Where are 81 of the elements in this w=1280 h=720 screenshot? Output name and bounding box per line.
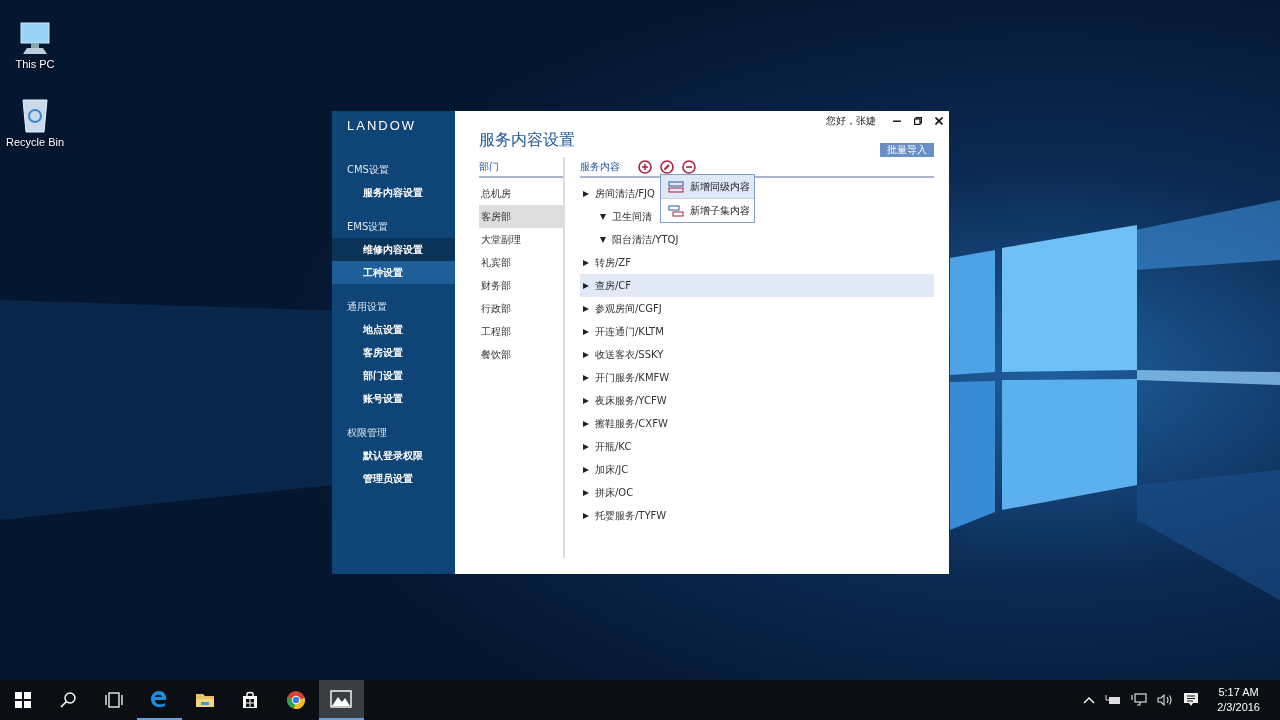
folder-icon <box>194 691 215 709</box>
tree-item[interactable]: 参观房间/CGFJ <box>580 297 664 320</box>
expander-icon[interactable] <box>583 443 589 450</box>
edit-icon[interactable] <box>660 159 674 174</box>
add-icon[interactable] <box>638 159 652 174</box>
expander-icon[interactable] <box>583 328 589 335</box>
department-item[interactable]: 餐饮部 <box>479 343 563 366</box>
battery-icon[interactable] <box>1105 694 1122 706</box>
tree-item[interactable]: 加床/JC <box>580 458 631 481</box>
tree-item[interactable]: 房间清洁/FJQ <box>580 182 657 205</box>
tree-item[interactable]: 收送客衣/SSKY <box>580 343 666 366</box>
expander-icon[interactable] <box>583 282 589 289</box>
expander-icon[interactable] <box>583 512 589 519</box>
tree-item[interactable]: 查房/CF <box>580 274 934 297</box>
windows-logo-icon <box>13 691 32 709</box>
browser-icon <box>285 690 306 710</box>
photos-button[interactable] <box>318 680 364 720</box>
tree-item[interactable]: 托婴服务/TYFW <box>580 504 669 527</box>
expander-icon[interactable] <box>583 351 589 358</box>
sidebar-group-title: EMS设置 <box>346 220 390 234</box>
department-item[interactable]: 工程部 <box>479 320 563 343</box>
expander-icon[interactable] <box>600 213 606 220</box>
department-item[interactable]: 客房部 <box>479 205 563 228</box>
sidebar-group-title: 权限管理 <box>346 426 388 440</box>
sidebar-item[interactable]: 默认登录权限 <box>332 444 455 467</box>
column-header: 部门 <box>479 159 499 174</box>
expander-icon[interactable] <box>583 259 589 266</box>
tree-item[interactable]: 阳台清洁/YTQJ <box>580 228 681 251</box>
tree-item[interactable]: 擦鞋服务/CXFW <box>580 412 670 435</box>
tree-item[interactable]: 转房/ZF <box>580 251 633 274</box>
department-item[interactable]: 总机房 <box>479 182 563 205</box>
volume-icon[interactable] <box>1157 693 1174 707</box>
tree-item[interactable]: 卫生间清 <box>580 205 654 228</box>
expander-icon[interactable] <box>600 236 606 243</box>
expander-icon[interactable] <box>583 374 589 381</box>
logo: LANDOW <box>346 117 418 135</box>
tree-item[interactable]: 拼床/OC <box>580 481 636 504</box>
sibling-node-icon <box>668 180 684 193</box>
tree-item[interactable]: 开瓶/KC <box>580 435 634 458</box>
sidebar-item[interactable]: 部门设置 <box>332 364 455 387</box>
chevron-up-icon[interactable] <box>1083 696 1096 704</box>
task-view-icon <box>103 691 124 709</box>
department-item[interactable]: 财务部 <box>479 274 563 297</box>
department-item[interactable]: 大堂副理 <box>479 228 563 251</box>
expander-icon[interactable] <box>583 489 589 496</box>
expander-icon[interactable] <box>583 190 589 197</box>
department-item[interactable]: 礼宾部 <box>479 251 563 274</box>
restore-icon[interactable] <box>914 117 922 125</box>
remove-icon[interactable] <box>682 159 696 174</box>
tree-item[interactable]: 夜床服务/YCFW <box>580 389 669 412</box>
department-item[interactable]: 行政部 <box>479 297 563 320</box>
sidebar-item[interactable]: 管理员设置 <box>332 467 455 490</box>
search-icon <box>59 691 78 709</box>
child-node-icon <box>668 204 684 217</box>
network-icon[interactable] <box>1131 693 1148 707</box>
sidebar-item[interactable]: 维修内容设置 <box>332 238 455 261</box>
expander-icon[interactable] <box>583 420 589 427</box>
image-icon <box>330 690 353 708</box>
greeting: 您好，张婕 <box>826 114 876 128</box>
sidebar-item[interactable]: 客房设置 <box>332 341 455 364</box>
expander-icon[interactable] <box>583 397 589 404</box>
sidebar-item[interactable]: 地点设置 <box>332 318 455 341</box>
page-title: 服务内容设置 <box>479 129 575 151</box>
close-icon[interactable] <box>935 117 943 125</box>
sidebar-group-title: CMS设置 <box>346 163 390 177</box>
sidebar-group-title: 通用设置 <box>346 300 388 314</box>
desktop-icon-label[interactable]: Recycle Bin <box>5 136 65 148</box>
expander-icon[interactable] <box>583 466 589 473</box>
expander-icon[interactable] <box>583 305 589 312</box>
sidebar-item[interactable]: 账号设置 <box>332 387 455 410</box>
notification-icon[interactable] <box>1183 692 1200 708</box>
clock-time[interactable]: 5:17 AM <box>1218 685 1259 700</box>
clock-date[interactable]: 2/3/2016 <box>1217 700 1260 715</box>
column-header: 服务内容 <box>580 159 620 174</box>
tree-item[interactable]: 开门服务/KMFW <box>580 366 672 389</box>
menu-item[interactable]: 新增同级内容 <box>661 175 754 198</box>
tree-item[interactable]: 开连通门/KLTM <box>580 320 666 343</box>
desktop-icon-label[interactable]: This PC <box>15 58 55 70</box>
menu-item[interactable]: 新增子集内容 <box>661 198 754 222</box>
sidebar-item[interactable]: 服务内容设置 <box>332 181 455 204</box>
sidebar-item[interactable]: 工种设置 <box>332 261 455 284</box>
